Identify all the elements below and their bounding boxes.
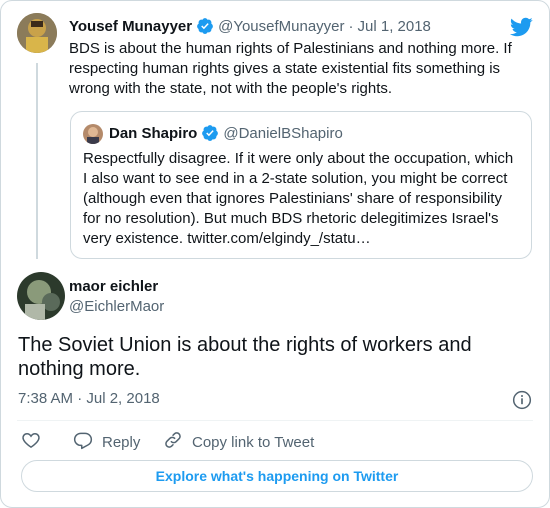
quoted-tweet-text: Respectfully disagree. If it were only a… <box>83 150 514 247</box>
dan-avatar[interactable] <box>83 124 103 144</box>
copy-link-button[interactable]: Copy link to Tweet <box>163 430 314 454</box>
separator-dot: · <box>348 17 354 35</box>
quoted-author-name: Dan Shapiro <box>109 124 198 142</box>
main-author-name[interactable]: maor eichler <box>69 278 158 295</box>
verified-badge-icon <box>201 124 219 142</box>
verified-badge-icon <box>196 17 214 35</box>
maor-avatar[interactable] <box>17 272 65 320</box>
tweet-embed-card: Yousef Munayyer @YousefMunayyer · Jul 1,… <box>0 0 550 508</box>
main-tweet-timestamp[interactable]: 7:38 AM · Jul 2, 2018 <box>18 390 160 407</box>
main-tweet-text: The Soviet Union is about the rights of … <box>18 334 472 380</box>
like-button[interactable] <box>21 430 41 454</box>
twitter-bird-icon[interactable] <box>509 15 533 39</box>
info-icon[interactable] <box>512 390 532 410</box>
reply-button[interactable]: Reply <box>73 430 140 454</box>
yousef-avatar[interactable] <box>17 13 57 53</box>
thread-connector-line <box>36 63 38 259</box>
heart-icon <box>21 430 41 454</box>
quoted-tweet-card[interactable]: Dan Shapiro @DanielBShapiro Respectfully… <box>70 111 532 259</box>
explore-button[interactable]: Explore what's happening on Twitter <box>21 460 533 492</box>
reply-label: Reply <box>102 433 141 451</box>
parent-author-handle[interactable]: @YousefMunayyer <box>218 18 344 35</box>
copy-link-label: Copy link to Tweet <box>192 433 315 451</box>
parent-tweet-text: BDS is about the human rights of Palesti… <box>69 40 512 97</box>
parent-author-name[interactable]: Yousef Munayyer <box>69 18 192 35</box>
reply-icon <box>73 430 93 454</box>
main-author-handle[interactable]: @EichlerMaor <box>69 298 164 315</box>
parent-tweet-date[interactable]: Jul 1, 2018 <box>358 18 431 35</box>
link-icon <box>163 430 183 454</box>
divider <box>17 420 533 421</box>
quoted-author-handle: @DanielBShapiro <box>223 124 343 142</box>
